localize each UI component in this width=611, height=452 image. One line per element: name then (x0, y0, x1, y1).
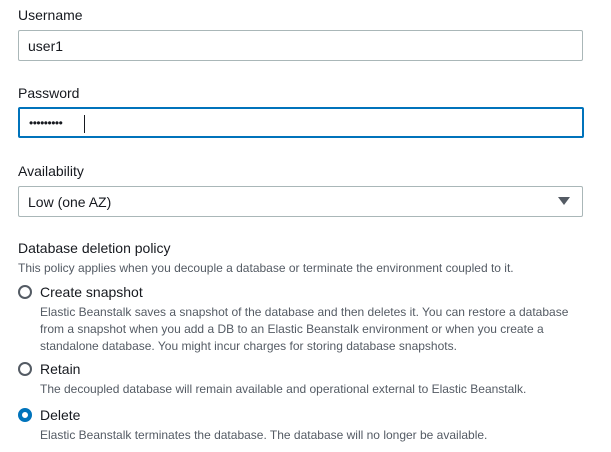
radio-description-line: standalone database. You might incur cha… (40, 339, 457, 353)
username-label: Username (18, 7, 83, 23)
radio-button-create-snapshot[interactable] (18, 285, 32, 299)
text-cursor (84, 115, 85, 133)
radio-description-retain: The decoupled database will remain avail… (40, 381, 580, 398)
radio-label-delete: Delete (40, 407, 81, 423)
radio-description-line: Elastic Beanstalk saves a snapshot of th… (40, 305, 569, 319)
availability-selected-value: Low (one AZ) (28, 194, 112, 210)
radio-button-retain[interactable] (18, 362, 32, 376)
radio-description-line: Elastic Beanstalk terminates the databas… (40, 428, 488, 442)
deletion-policy-description: This policy applies when you decouple a … (18, 261, 514, 275)
password-label: Password (18, 85, 80, 101)
radio-label-retain: Retain (40, 361, 81, 377)
radio-label-create-snapshot: Create snapshot (40, 284, 143, 300)
radio-button-delete[interactable] (18, 408, 32, 422)
availability-label: Availability (18, 163, 84, 179)
password-input[interactable]: ••••••••• (18, 107, 584, 138)
radio-description-delete: Elastic Beanstalk terminates the databas… (40, 427, 580, 444)
caret-down-icon (558, 197, 570, 205)
radio-description-line: The decoupled database will remain avail… (40, 382, 527, 396)
username-input[interactable] (18, 30, 583, 61)
radio-description-line: from a snapshot when you add a DB to an … (40, 322, 544, 336)
deletion-policy-title: Database deletion policy (18, 240, 171, 256)
radio-description-create-snapshot: Elastic Beanstalk saves a snapshot of th… (40, 304, 580, 355)
password-masked-value: ••••••••• (29, 116, 63, 130)
availability-select[interactable]: Low (one AZ) (18, 186, 583, 217)
